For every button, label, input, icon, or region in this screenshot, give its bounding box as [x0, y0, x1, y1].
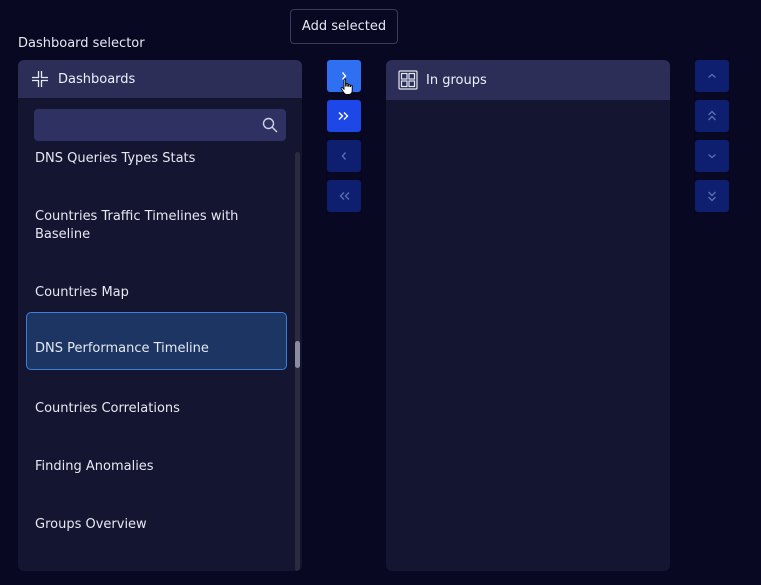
list-item[interactable]: Finding Anomalies — [26, 458, 287, 476]
remove-selected-button[interactable] — [327, 140, 361, 172]
add-selected-tooltip: Add selected — [290, 9, 398, 44]
move-bottom-button[interactable] — [695, 180, 729, 212]
search-icon[interactable] — [262, 117, 278, 133]
in-groups-panel-title: In groups — [426, 72, 487, 88]
remove-all-button[interactable] — [327, 180, 361, 212]
dashboard-selector-label: Dashboard selector — [18, 36, 145, 51]
move-up-button[interactable] — [695, 60, 729, 92]
move-down-button[interactable] — [695, 140, 729, 172]
search-input[interactable] — [34, 109, 286, 141]
double-chevron-up-icon — [708, 110, 716, 121]
search-field[interactable] — [34, 109, 286, 141]
list-item[interactable]: Countries Correlations — [26, 400, 287, 418]
add-all-button[interactable] — [327, 100, 361, 132]
double-chevron-right-icon — [338, 112, 349, 120]
dashboards-panel-header: Dashboards — [18, 60, 302, 98]
chevron-left-icon — [341, 152, 347, 160]
double-chevron-down-icon — [708, 191, 716, 202]
hand-cursor-icon — [340, 78, 354, 100]
groups-icon — [398, 70, 418, 90]
dashboards-panel-title: Dashboards — [58, 71, 136, 87]
move-top-button[interactable] — [695, 100, 729, 132]
chevron-down-icon — [708, 153, 716, 159]
list-item-selected[interactable]: DNS Performance Timeline — [26, 312, 287, 370]
double-chevron-left-icon — [339, 192, 350, 200]
list-item[interactable]: DNS Queries Types Stats — [26, 150, 287, 168]
scrollbar-thumb[interactable] — [295, 341, 300, 368]
list-item[interactable]: Countries Traffic Timelines with Baselin… — [26, 208, 287, 244]
list-item[interactable]: Groups Overview — [26, 516, 287, 534]
list-item[interactable]: Countries Map — [26, 284, 287, 302]
in-groups-panel-header: In groups — [386, 60, 670, 100]
chevron-up-icon — [708, 73, 716, 79]
dashboards-panel: Dashboards DNS Queries Types Stats Count… — [18, 60, 302, 571]
dashboards-icon — [30, 69, 50, 89]
in-groups-panel: In groups — [386, 60, 670, 571]
